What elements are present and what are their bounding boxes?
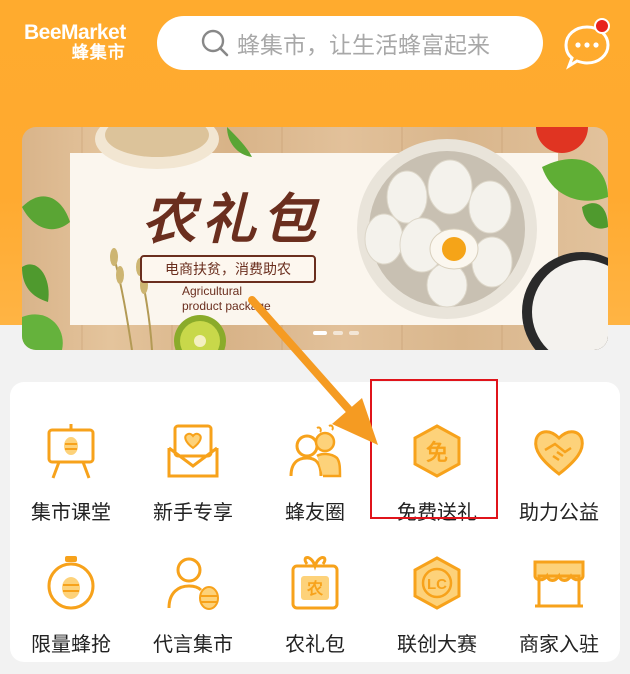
lc-badge-icon: LC xyxy=(413,556,461,610)
menu-item-bee-friends[interactable]: 蜂友圈 xyxy=(256,400,374,524)
banner-subtitle-line1: Agricultural xyxy=(182,284,243,298)
menu-item-label: 蜂友圈 xyxy=(285,500,345,524)
logo-text-cn: 蜂集市 xyxy=(71,43,126,63)
feature-menu: 集市课堂 新手专享 蜂友圈 免 免费送礼 助力公益 限量蜂抢 代言集市 农 农礼… xyxy=(10,382,620,662)
search-icon xyxy=(201,29,229,57)
banner-title: 农礼包 xyxy=(142,187,322,251)
banner-ribbon: 电商扶贫，消费助农 xyxy=(140,255,316,283)
banner-subtitle-line2: product package xyxy=(182,299,271,313)
svg-text:农: 农 xyxy=(306,579,323,598)
menu-item-merchant-join[interactable]: 商家入驻 xyxy=(500,532,618,656)
banner-subtitle-en: Agricultural product package xyxy=(182,284,271,314)
stopwatch-icon xyxy=(47,556,95,610)
highlight-box xyxy=(370,379,498,519)
easel-icon xyxy=(47,424,95,479)
logo-text-en: BeeMarket xyxy=(24,21,126,44)
gift-box-icon: 农 xyxy=(291,556,339,610)
menu-item-label: 商家入驻 xyxy=(519,632,599,656)
menu-item-label: 联创大赛 xyxy=(397,632,477,656)
search-bar[interactable]: 蜂集市，让生活蜂富起来 xyxy=(157,16,543,70)
menu-item-market-class[interactable]: 集市课堂 xyxy=(12,400,130,524)
header: BeeMarket 蜂集市 蜂集市，让生活蜂富起来 xyxy=(0,0,630,90)
carousel-dot[interactable] xyxy=(313,331,327,335)
person-hive-icon xyxy=(167,557,219,610)
notification-dot xyxy=(594,18,610,34)
menu-item-gift-package[interactable]: 农 农礼包 xyxy=(256,532,374,656)
menu-item-flash-sale[interactable]: 限量蜂抢 xyxy=(12,532,130,656)
storefront-icon xyxy=(533,560,585,608)
search-placeholder: 蜂集市，让生活蜂富起来 xyxy=(237,33,490,59)
menu-item-label: 新手专享 xyxy=(153,500,233,524)
menu-item-label: 代言集市 xyxy=(153,632,233,656)
menu-item-charity[interactable]: 助力公益 xyxy=(500,400,618,524)
menu-item-label: 集市课堂 xyxy=(31,500,111,524)
carousel-indicator xyxy=(313,331,359,335)
promo-banner[interactable]: 农礼包 电商扶贫，消费助农 Agricultural product packa… xyxy=(22,127,608,350)
friends-icon xyxy=(289,424,342,478)
beemarket-logo[interactable]: BeeMarket 蜂集市 xyxy=(24,22,126,62)
menu-item-label: 农礼包 xyxy=(285,632,345,656)
menu-item-label: 助力公益 xyxy=(519,500,599,524)
carousel-dot[interactable] xyxy=(349,331,359,335)
heart-handshake-icon xyxy=(534,430,584,476)
carousel-dot[interactable] xyxy=(333,331,343,335)
menu-item-label: 限量蜂抢 xyxy=(31,632,111,656)
menu-item-endorse[interactable]: 代言集市 xyxy=(134,532,252,656)
envelope-heart-icon xyxy=(167,424,219,478)
menu-item-contest[interactable]: LC 联创大赛 xyxy=(378,532,496,656)
menu-item-newbie[interactable]: 新手专享 xyxy=(134,400,252,524)
svg-text:LC: LC xyxy=(427,576,447,593)
